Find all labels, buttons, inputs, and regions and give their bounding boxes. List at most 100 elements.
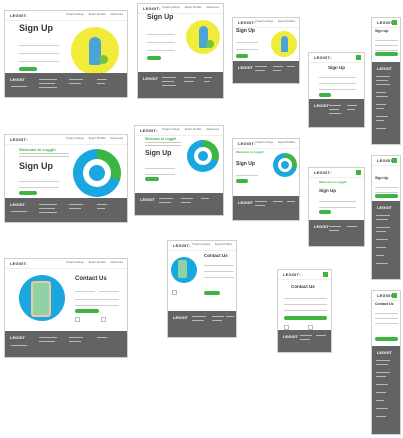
signup-button[interactable]	[375, 194, 398, 198]
send-button[interactable]	[375, 337, 398, 341]
nav-item[interactable]: Expert Profiles	[278, 141, 295, 144]
menu-icon[interactable]	[356, 55, 361, 60]
signup-button[interactable]	[319, 93, 331, 97]
logo[interactable]: LEGGIT•	[143, 6, 161, 11]
email-field[interactable]	[236, 38, 258, 43]
header: LEGGIT• Project Listings Expert Profiles	[233, 139, 299, 149]
nav-item[interactable]: Expert Profiles	[89, 137, 106, 140]
page-title: Sign Up	[375, 176, 389, 180]
menu-icon[interactable]	[392, 158, 397, 163]
password-field[interactable]	[147, 46, 175, 51]
checkbox[interactable]	[101, 317, 106, 322]
menu-icon[interactable]	[323, 272, 328, 277]
password-field[interactable]	[145, 170, 175, 175]
logo[interactable]: LEGGIT•	[10, 261, 28, 266]
signup-button[interactable]	[147, 56, 161, 60]
email-field[interactable]	[145, 164, 175, 169]
email-field[interactable]	[204, 267, 234, 272]
signup-button[interactable]	[145, 177, 159, 181]
phone-hand-icon	[178, 260, 187, 278]
email-field[interactable]	[99, 287, 119, 292]
top-nav: Project Listings Expert Profiles	[193, 243, 232, 246]
email-field[interactable]	[319, 197, 356, 202]
send-button[interactable]	[284, 316, 327, 320]
nav-item[interactable]: Project Listings	[162, 6, 180, 9]
password-field[interactable]	[319, 85, 356, 90]
menu-icon[interactable]	[356, 170, 361, 175]
logo[interactable]: LEGGIT•	[314, 170, 332, 175]
nav-item[interactable]: Expert Profiles	[89, 13, 106, 16]
signup-button[interactable]	[19, 67, 37, 71]
send-button[interactable]	[75, 309, 99, 313]
password-field[interactable]	[375, 188, 398, 193]
email-field[interactable]	[236, 171, 258, 176]
password-field[interactable]	[19, 183, 59, 188]
password-field[interactable]	[236, 45, 258, 50]
email-field[interactable]	[147, 38, 175, 43]
checkbox[interactable]	[172, 290, 177, 295]
signup-button[interactable]	[236, 54, 248, 58]
logo[interactable]: LEGGIT•	[173, 243, 191, 248]
password-field[interactable]	[19, 57, 59, 62]
name-field[interactable]	[19, 41, 59, 46]
logo[interactable]: LEGGIT•	[238, 20, 256, 25]
send-button[interactable]	[204, 291, 220, 295]
name-field[interactable]	[147, 30, 175, 35]
nav-item[interactable]: Expert Profiles	[89, 261, 106, 264]
name-field[interactable]	[204, 261, 234, 266]
signup-button[interactable]	[19, 191, 37, 195]
footer-logo: LEGGIT	[377, 350, 392, 355]
nav-item[interactable]: Resources	[207, 128, 219, 131]
contact-phone-mockup: LEGGIT• Contact Us LEGGIT	[371, 290, 401, 435]
message-field[interactable]	[375, 319, 398, 324]
nav-item[interactable]: Resources	[111, 261, 123, 264]
nav-item[interactable]: Project Listings	[256, 141, 274, 144]
email-field[interactable]	[284, 300, 327, 305]
logo[interactable]: LEGGIT•	[10, 13, 28, 18]
email-field[interactable]	[19, 49, 59, 54]
name-field[interactable]	[284, 294, 327, 299]
logo[interactable]: LEGGIT•	[238, 141, 256, 146]
nav-item[interactable]: Resources	[111, 13, 123, 16]
nav-item[interactable]: Project Listings	[66, 137, 84, 140]
signup-button[interactable]	[319, 210, 331, 214]
top-nav: Project Listings Expert Profiles Resourc…	[162, 6, 219, 9]
password-field[interactable]	[375, 46, 398, 51]
message-field[interactable]	[75, 295, 119, 300]
nav-item[interactable]: Expert Profiles	[185, 128, 202, 131]
email-field[interactable]	[319, 79, 356, 84]
page-title: Sign Up	[19, 161, 53, 171]
signup-button[interactable]	[236, 179, 248, 183]
header: LEGGIT•	[309, 53, 364, 63]
welcome-phone-mockup: LEGGIT• Sign Up LEGGIT	[371, 155, 401, 280]
nav-item[interactable]: Expert Profiles	[215, 243, 232, 246]
password-field[interactable]	[319, 203, 356, 208]
name-field[interactable]	[319, 73, 356, 78]
nav-item[interactable]: Project Listings	[66, 13, 84, 16]
logo[interactable]: LEGGIT•	[10, 137, 28, 142]
nav-item[interactable]: Expert Profiles	[278, 20, 295, 23]
signup-desktop-mockup: LEGGIT• Project Listings Expert Profiles…	[4, 10, 128, 98]
nav-item[interactable]: Project Listings	[256, 20, 274, 23]
name-field[interactable]	[75, 287, 95, 292]
checkbox[interactable]	[75, 317, 80, 322]
nav-item[interactable]: Expert Profiles	[185, 6, 202, 9]
menu-icon[interactable]	[392, 293, 397, 298]
footer: LEGGIT	[168, 311, 236, 337]
message-field-2[interactable]	[75, 301, 119, 306]
top-nav: Project Listings Expert Profiles Resourc…	[162, 128, 219, 131]
nav-item[interactable]: Project Listings	[66, 261, 84, 264]
nav-item[interactable]: Resources	[111, 137, 123, 140]
email-field[interactable]	[19, 177, 59, 182]
nav-item[interactable]: Resources	[207, 6, 219, 9]
logo[interactable]: LEGGIT•	[140, 128, 158, 133]
header: LEGGIT• Project Listings Expert Profiles…	[5, 259, 127, 269]
nav-item[interactable]: Project Listings	[193, 243, 211, 246]
nav-item[interactable]: Project Listings	[162, 128, 180, 131]
message-field[interactable]	[204, 273, 234, 278]
message-field[interactable]	[284, 306, 327, 311]
signup-button[interactable]	[375, 52, 398, 56]
menu-icon[interactable]	[392, 20, 397, 25]
logo[interactable]: LEGGIT•	[314, 55, 332, 60]
logo[interactable]: LEGGIT•	[283, 272, 301, 277]
